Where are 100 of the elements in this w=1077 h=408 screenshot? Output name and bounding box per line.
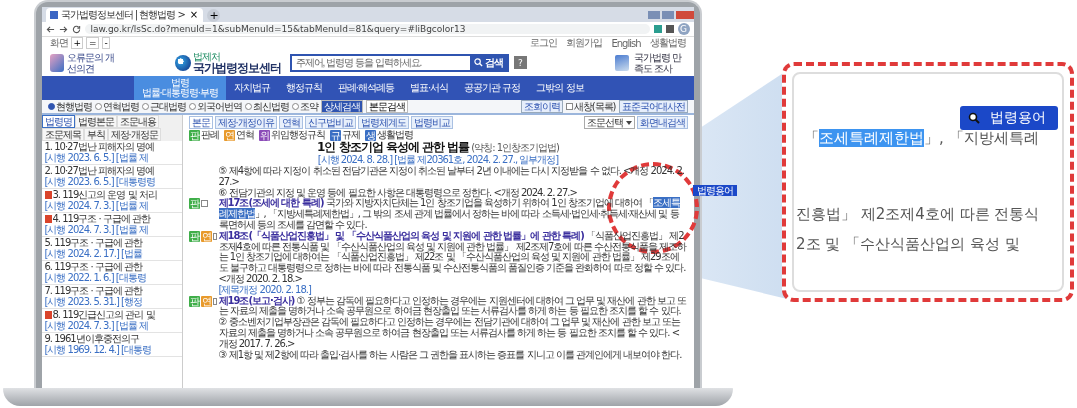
nav-tab[interactable]: 자치법규 [225, 76, 278, 100]
help-button[interactable]: ? [513, 56, 527, 69]
result-item[interactable]: 8. 119긴급신고의 관리 및 [시행 2024. 7. 3.] [법률 제 [41, 309, 182, 333]
header-link[interactable]: English [611, 37, 641, 49]
document-tab-button[interactable]: 신구법비교 [304, 116, 356, 129]
tool-button[interactable]: 표준국어대사전 [618, 100, 688, 113]
header-link[interactable]: 생활법령 [649, 36, 686, 50]
result-title: 8. 119긴급신고의 관리 및 [52, 310, 155, 320]
legend-label: 판례 [200, 129, 219, 141]
site-name[interactable]: 국가법령정보센터 [192, 61, 281, 74]
result-meta: [시행 2022. 1. 6.] [대통령 [44, 272, 147, 283]
scope-radio[interactable]: 외국어번역 [188, 99, 242, 114]
new-window-checkbox[interactable]: 새창(목록) [565, 99, 616, 114]
find-in-page-button[interactable]: 화면내검색 [636, 116, 688, 129]
result-title: 2. 10·27법난 피해자의 명예 [44, 166, 155, 176]
back-icon[interactable] [45, 24, 55, 34]
result-title: 4. 119구조 · 구급에 관한 [52, 214, 151, 224]
search-button[interactable]: 검색 [469, 55, 507, 70]
search-scope-tab[interactable]: 제정·개정문 [107, 128, 161, 141]
window-controls-icon[interactable] [647, 10, 694, 19]
result-item[interactable]: 1. 10·27법난 피해자의 명예 [시행 2023. 6. 5.] [법률 제 [41, 141, 182, 165]
result-item[interactable]: 5. 119구조 · 구급에 관한 [시행 2024. 2. 17.] [법률 [41, 237, 182, 261]
result-meta: [시행 2023. 6. 5.] [대통령령 [44, 176, 156, 187]
search-scope-tab[interactable]: 법령본문 [74, 115, 117, 128]
nav-tab[interactable]: 별표·서식 [402, 76, 457, 100]
survey-link[interactable]: 국가법령 만족도 조사 [633, 51, 686, 74]
search-scope-tab[interactable]: 조문제목 [41, 128, 84, 141]
forward-icon[interactable] [58, 24, 68, 34]
result-title: 1. 10·27법난 피해자의 명예 [44, 142, 155, 152]
result-item[interactable]: 3. 119신고의 운영 및 처리 [시행 2024. 7. 3.] [법률 제 [41, 189, 182, 213]
result-item[interactable]: 6. 119구조 · 구급에 관한 [시행 2022. 1. 6.] [대통령 [41, 261, 182, 285]
legend-label: 규제 [341, 129, 360, 140]
law-info: [시행 2024. 8. 28.] [법률 제20361호, 2024. 2. 27., 일부개정] [316, 154, 560, 166]
feedback-logo-icon [49, 53, 64, 72]
search-field[interactable]: 주제어, 법령명 등을 입력하세요. 검색 [289, 53, 509, 72]
feedback-link[interactable]: 오류문의 개선의견 [66, 51, 117, 74]
header-link[interactable]: 로그인 [530, 36, 558, 50]
scope-radio[interactable]: 최신법령 [244, 99, 289, 114]
zoom-label: 화면 [49, 36, 68, 50]
search-scope-tab[interactable]: 부칙 [83, 128, 108, 141]
term-tooltip[interactable]: 법령용어 [693, 185, 738, 197]
article-checkbox[interactable] [212, 297, 217, 305]
zoomed-text: 2조 및 「수산식품산업의 육성 및 [795, 236, 1021, 253]
law-short-name: (약칭: 1인창조기업법) [471, 142, 559, 153]
address-bar[interactable]: law.go.kr/lsSc.do?menuId=1&subMenuId=15&tabMenuId=81&query=#liBgcolor13 [84, 24, 650, 34]
document-tab-button[interactable]: 제정·개정이유 [214, 116, 277, 129]
legend-badge: 위 [258, 129, 270, 141]
revision-note: [제목개정 2020. 2. 18.] [217, 284, 312, 295]
zoom-button[interactable]: + [70, 37, 84, 49]
result-meta: [시행 2024. 7. 3.] [법률 제 [44, 224, 148, 235]
scope-radio[interactable]: 근대법령 [141, 99, 186, 114]
article-select[interactable]: 조문선택 [583, 116, 635, 129]
result-item[interactable]: 7. 119구조 · 구급에 관한 [시행 2023. 5. 31.] [행정 [41, 285, 182, 309]
result-title: 7. 119구조 · 구급에 관한 [44, 286, 143, 296]
legal-term-button[interactable]: 법령용어 [960, 106, 1058, 130]
search-mode-button[interactable]: 본문검색 [365, 100, 408, 113]
search-icon [473, 58, 483, 67]
result-title: 6. 119구조 · 구급에 관한 [44, 262, 143, 272]
search-scope-tab[interactable]: 법령명 [41, 115, 75, 128]
clause-text: ⑥ 전담기관의 지정 및 운영 등에 필요한 사항은 대통령령으로 정한다. <개정 2024. 2. 27.> [217, 187, 577, 199]
zoom-button[interactable]: = [86, 37, 99, 49]
site-favicon-icon [49, 11, 58, 19]
header-link[interactable]: 회원가입 [566, 36, 603, 50]
zoomed-text: 진흥법」 제2조제4호에 따른 전통식 [795, 206, 1041, 223]
new-tab-button[interactable]: + [207, 9, 221, 22]
result-meta: [시행 1969. 12. 4.] [대통령 [44, 344, 152, 355]
article-checkbox[interactable] [212, 232, 217, 240]
legend-badge: 생 [364, 129, 376, 141]
document-tab-button[interactable]: 연혁 [278, 116, 303, 129]
browser-tab[interactable]: 국가법령정보센터 | 현행법령 > × [45, 8, 204, 22]
scope-radio[interactable]: 연혁법령 [94, 99, 139, 114]
nav-tab[interactable]: 판례·해석례등 [329, 76, 403, 100]
reload-icon[interactable] [71, 24, 81, 34]
result-item[interactable]: 4. 119구조 · 구급에 관한 [시행 2024. 7. 3.] [법률 제 [41, 213, 182, 237]
zoomed-text: 「조세특례제한법」, 「지방세특례 [803, 130, 1040, 147]
tab-title: 국가법령정보센터 | 현행법령 > [60, 8, 185, 22]
scope-radio[interactable]: 조약 [291, 99, 318, 114]
tool-button[interactable]: 조회이력 [520, 100, 563, 113]
legend-label: 생활법령 [376, 129, 413, 140]
scope-radio[interactable]: 현행법령 [47, 99, 92, 114]
nav-tab[interactable]: 행정규칙 [277, 76, 330, 100]
document-tab-button[interactable]: 본문 [188, 116, 213, 129]
zoom-button[interactable]: - [101, 37, 110, 49]
legend-badge: 규 [329, 129, 341, 141]
search-scope-tab[interactable]: 조문내용 [116, 115, 159, 128]
result-item[interactable]: 9. 1961년이후중전의구 [시행 1969. 12. 4.] [대통령 [41, 333, 182, 357]
nav-tab[interactable]: 공공기관 규정 [456, 76, 529, 100]
document-tab-button[interactable]: 법령비교 [410, 116, 453, 129]
org-name: 법제처 [192, 51, 220, 62]
legend-label: 연혁 [235, 129, 254, 141]
legend-label: 위임행정규칙 [270, 129, 325, 140]
result-meta: [시행 2023. 6. 5.] [법률 제 [44, 152, 148, 163]
result-item[interactable]: 2. 10·27법난 피해자의 명예 [시행 2023. 6. 5.] [대통령령 [41, 165, 182, 189]
search-mode-button[interactable]: 상세검색 [320, 100, 363, 113]
result-meta: [시행 2023. 5. 31.] [행정 [44, 296, 142, 307]
nav-tab[interactable]: 그밖의 정보 [528, 76, 592, 100]
document-tab-button[interactable]: 법령체계도 [357, 116, 409, 129]
close-tab-button[interactable]: × [187, 9, 200, 21]
article-checkbox[interactable] [200, 200, 208, 208]
search-icon [968, 112, 980, 124]
